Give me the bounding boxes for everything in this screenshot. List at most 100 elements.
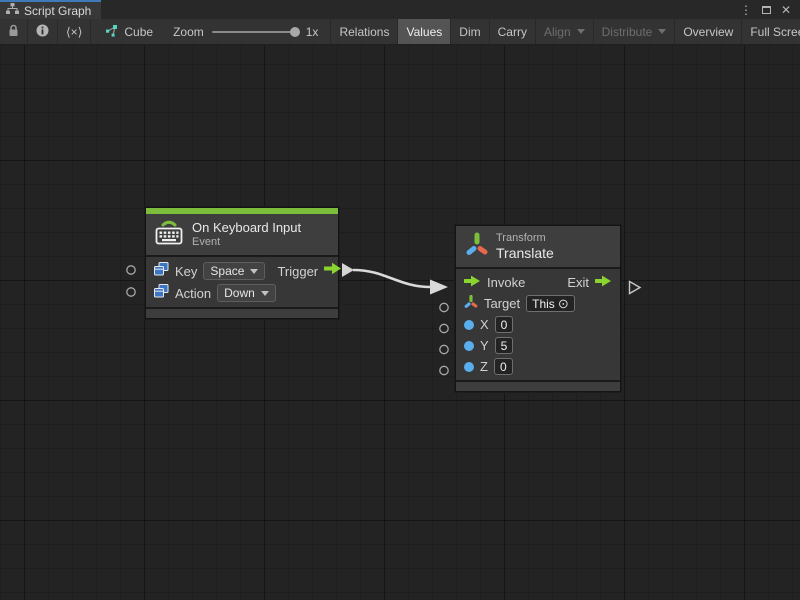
graph-canvas[interactable]: On Keyboard Input Event Key Spac — [0, 45, 800, 600]
trigger-output-port[interactable] — [342, 263, 354, 277]
align-label: Align — [544, 25, 571, 39]
align-button[interactable]: Align — [536, 19, 594, 44]
transform-mini-icon — [464, 294, 478, 314]
translate-node-title: Translate — [496, 245, 554, 261]
code-view-button[interactable]: ⟨×⟩ — [58, 19, 91, 44]
event-node-subtitle: Event — [192, 236, 301, 249]
menu-icon[interactable]: ⋮ — [738, 2, 754, 18]
chevron-down-icon — [250, 269, 258, 274]
lock-button[interactable] — [0, 19, 28, 44]
z-input-port[interactable] — [440, 366, 448, 374]
flow-arrow-icon — [324, 262, 342, 280]
chevron-down-icon — [261, 291, 269, 296]
carry-button[interactable]: Carry — [490, 19, 536, 44]
translate-node-footer — [456, 380, 620, 391]
zoom-control: Zoom 1x — [161, 19, 330, 44]
maximize-icon[interactable] — [758, 2, 774, 18]
float-port-icon — [464, 362, 474, 372]
values-label: Values — [406, 25, 442, 39]
fullscreen-button[interactable]: Full Screen — [742, 19, 800, 44]
keyboard-icon — [154, 218, 184, 251]
z-value-input[interactable]: 0 — [494, 358, 513, 375]
enum-icon — [154, 262, 169, 281]
event-node-body: Key Space Trigger — [146, 257, 338, 307]
key-row: Key Space Trigger — [146, 260, 338, 282]
translate-node-category: Transform — [496, 232, 554, 245]
x-input-port[interactable] — [440, 324, 448, 332]
target-row: Target This ⊙ — [456, 293, 620, 314]
translate-node-header[interactable]: Transform Translate — [456, 226, 620, 269]
float-port-icon — [464, 320, 474, 330]
target-value-box[interactable]: This ⊙ — [526, 295, 575, 312]
event-node-header[interactable]: On Keyboard Input Event — [146, 214, 338, 257]
y-label: Y — [480, 338, 489, 353]
script-graph-window: Script Graph ⋮ ✕ — [0, 0, 800, 600]
zoom-label: Zoom — [173, 25, 204, 39]
connection-overlay — [0, 45, 800, 600]
distribute-label: Distribute — [602, 25, 653, 39]
action-input-port[interactable] — [127, 288, 135, 296]
dim-button[interactable]: Dim — [451, 19, 489, 44]
z-value: 0 — [500, 360, 507, 374]
lock-icon — [8, 24, 19, 40]
info-button[interactable] — [28, 19, 58, 44]
z-label: Z — [480, 359, 488, 374]
trigger-label: Trigger — [277, 264, 318, 279]
y-value: 5 — [501, 339, 508, 353]
action-value: Down — [224, 286, 255, 300]
float-port-icon — [464, 341, 474, 351]
info-icon — [36, 24, 49, 40]
window-controls: ⋮ ✕ — [738, 0, 800, 19]
connection-wire[interactable] — [353, 270, 431, 287]
key-label: Key — [175, 264, 197, 279]
invoke-label: Invoke — [487, 275, 525, 290]
x-value-input[interactable]: 0 — [495, 316, 514, 333]
graph-name: Cube — [124, 25, 153, 39]
event-node-footer — [146, 307, 338, 318]
enum-icon — [154, 284, 169, 303]
flow-arrow-icon — [464, 274, 481, 292]
distribute-button[interactable]: Distribute — [594, 19, 676, 44]
event-node[interactable]: On Keyboard Input Event Key Spac — [145, 207, 339, 319]
tab-strip: Script Graph ⋮ ✕ — [0, 0, 800, 19]
action-dropdown[interactable]: Down — [217, 284, 276, 302]
key-dropdown[interactable]: Space — [203, 262, 265, 280]
relations-button[interactable]: Relations — [330, 19, 398, 44]
toolbar-right-group: Relations Values Dim Carry Align Distrib… — [330, 19, 800, 44]
z-row: Z 0 — [456, 356, 620, 377]
transform-icon — [466, 231, 488, 262]
self-target-icon: ⊙ — [558, 297, 569, 310]
key-value: Space — [210, 264, 244, 278]
target-label: Target — [484, 296, 520, 311]
graph-tree-icon — [6, 3, 19, 18]
relations-label: Relations — [339, 25, 389, 39]
zoom-value: 1x — [306, 25, 319, 39]
toolbar: ⟨×⟩ Cube Zoom 1x Relations — [0, 19, 800, 45]
y-row: Y 5 — [456, 335, 620, 356]
x-value: 0 — [501, 318, 508, 332]
chevron-down-icon — [577, 29, 585, 34]
target-input-port[interactable] — [440, 303, 448, 311]
tab-title: Script Graph — [24, 4, 91, 18]
close-icon[interactable]: ✕ — [778, 2, 794, 18]
key-input-port[interactable] — [127, 266, 135, 274]
wire-arrowhead-icon — [430, 280, 448, 295]
fullscreen-label: Full Screen — [750, 25, 800, 39]
graph-breadcrumb[interactable]: Cube — [97, 19, 161, 44]
exit-output-port[interactable] — [630, 282, 641, 294]
y-value-input[interactable]: 5 — [495, 337, 514, 354]
translate-node[interactable]: Transform Translate Invoke Exit — [455, 225, 621, 392]
dim-label: Dim — [459, 25, 480, 39]
overview-label: Overview — [683, 25, 733, 39]
y-input-port[interactable] — [440, 345, 448, 353]
values-button[interactable]: Values — [398, 19, 451, 44]
x-row: X 0 — [456, 314, 620, 335]
overview-button[interactable]: Overview — [675, 19, 742, 44]
flow-arrow-icon — [595, 274, 612, 292]
chevron-down-icon — [658, 29, 666, 34]
event-node-title: On Keyboard Input — [192, 220, 301, 236]
action-label: Action — [175, 286, 211, 301]
tab-script-graph[interactable]: Script Graph — [0, 0, 101, 19]
zoom-slider-handle[interactable] — [290, 27, 300, 37]
zoom-slider[interactable] — [212, 31, 298, 33]
